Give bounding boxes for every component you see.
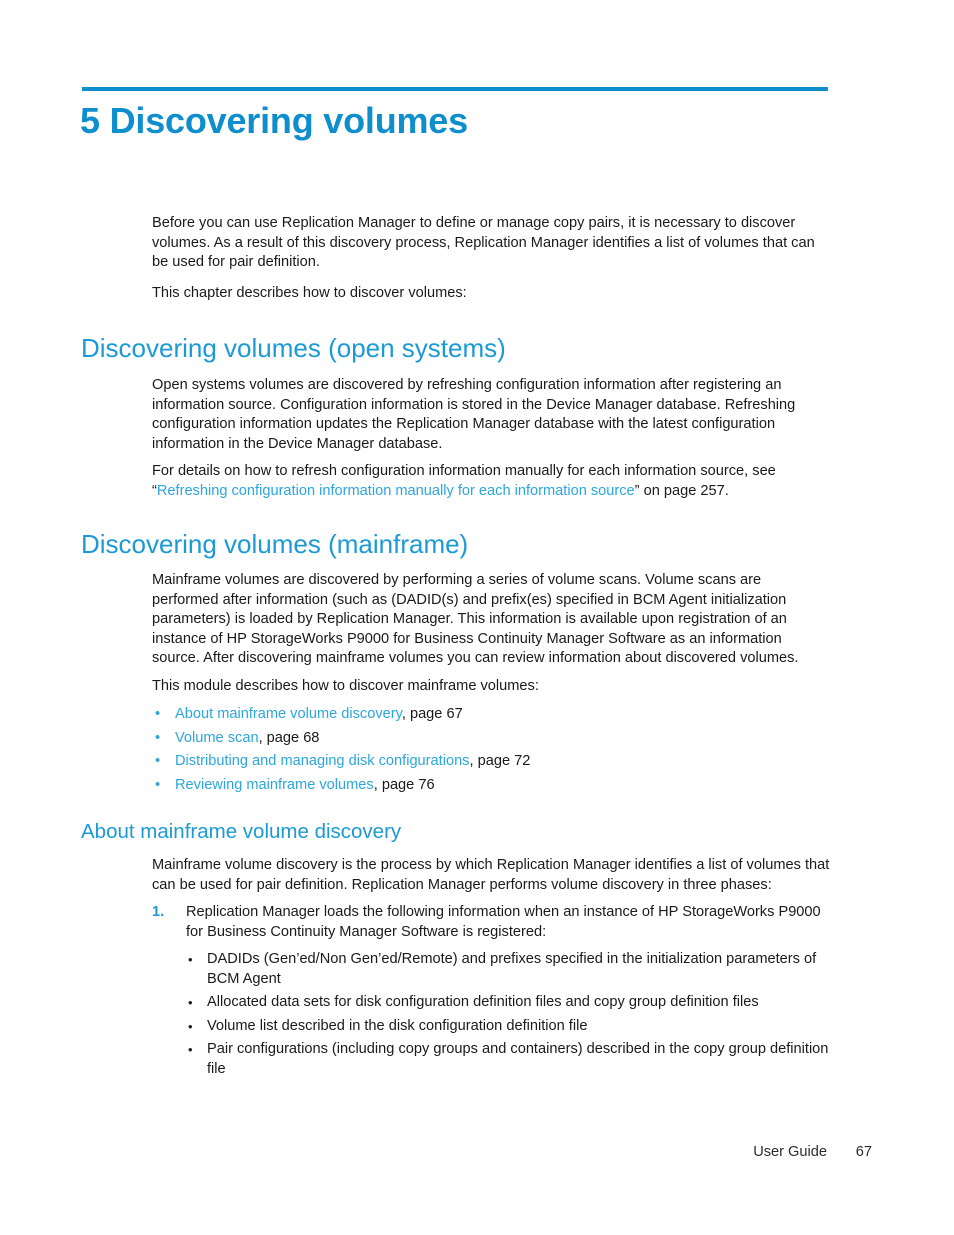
- bullet-icon: •: [188, 995, 193, 1010]
- list-item: 1. Replication Manager loads the followin…: [152, 903, 832, 942]
- list-number-marker: 1.: [152, 904, 165, 920]
- heading-discovering-volumes-open-systems: Discovering volumes (open systems): [81, 333, 506, 363]
- intro-paragraph-2: This chapter describes how to discover v…: [152, 285, 467, 301]
- open-systems-xref-suffix: ” on page 257.: [634, 482, 729, 499]
- list-item: • Allocated data sets for disk configurat…: [186, 993, 832, 1013]
- bullet-icon: •: [155, 729, 161, 746]
- list-item[interactable]: • About mainframe volume discovery, page …: [152, 703, 832, 727]
- sub-item-text: Volume list described in the disk config…: [207, 1017, 588, 1034]
- xref-page-ref: , page 68: [258, 729, 320, 746]
- intro-paragraph-1: Before you can use Replication Manager t…: [152, 215, 815, 270]
- list-item[interactable]: • Volume scan, page 68: [152, 727, 832, 751]
- list-item: • Pair configurations (including copy gro…: [186, 1040, 832, 1079]
- xref-page-ref: , page 72: [469, 753, 531, 770]
- bullet-icon: •: [155, 776, 161, 793]
- open-systems-paragraph-1: Open systems volumes are discovered by r…: [152, 377, 796, 452]
- sub-item-text: Pair configurations (including copy grou…: [207, 1041, 829, 1077]
- heading-about-mainframe-volume-discovery: About mainframe volume discovery: [81, 820, 402, 843]
- xref-link-refreshing-configuration-information[interactable]: Refreshing configuration information man…: [157, 483, 635, 499]
- footer-document-title: User Guide: [753, 1144, 827, 1160]
- about-discovery-paragraph-1: Mainframe volume discovery is the proces…: [152, 857, 830, 893]
- document-page: 5 Discovering volumes Before you can use…: [0, 0, 954, 1235]
- xref-page-ref: , page 67: [401, 706, 463, 722]
- bullet-icon: •: [188, 1042, 193, 1057]
- mainframe-paragraph-2: This module describes how to discover ma…: [152, 678, 539, 694]
- xref-link-reviewing-mainframe-volumes[interactable]: Reviewing mainframe volumes: [175, 777, 374, 793]
- bullet-icon: •: [188, 952, 193, 967]
- sub-item-text: DADIDs (Gen’ed/Non Gen’ed/Remote) and pr…: [207, 951, 817, 987]
- step-text: Replication Manager loads the following …: [186, 904, 821, 940]
- xref-page-ref: , page 76: [373, 776, 435, 793]
- list-item[interactable]: • Reviewing mainframe volumes, page 76: [152, 774, 832, 798]
- step1-sub-bullet-list: • DADIDs (Gen’ed/Non Gen’ed/Remote) and p…: [186, 950, 832, 1083]
- bullet-icon: •: [188, 1018, 193, 1034]
- xref-link-about-mainframe-volume-discovery[interactable]: About mainframe volume discovery: [175, 706, 402, 722]
- chapter-header-rule: [82, 87, 828, 91]
- page-footer: User Guide 67: [0, 1144, 954, 1166]
- sub-item-text: Allocated data sets for disk configurati…: [207, 994, 759, 1010]
- bullet-icon: •: [155, 706, 161, 722]
- list-item: • DADIDs (Gen’ed/Non Gen’ed/Remote) and p…: [186, 950, 832, 989]
- xref-link-distributing-and-managing-disk-configurations[interactable]: Distributing and managing disk configura…: [175, 753, 469, 769]
- heading-discovering-volumes-mainframe: Discovering volumes (mainframe): [81, 529, 469, 559]
- open-systems-paragraph-2: For details on how to refresh configurat…: [152, 462, 830, 501]
- xref-link-volume-scan[interactable]: Volume scan: [175, 730, 259, 746]
- mainframe-cross-reference-list: • About mainframe volume discovery, page …: [152, 703, 832, 797]
- footer-page-number: 67: [855, 1144, 872, 1160]
- discovery-phases-numbered-list: 1. Replication Manager loads the followin…: [152, 903, 832, 942]
- chapter-title: 5 Discovering volumes: [80, 100, 468, 141]
- list-item: • Volume list described in the disk confi…: [186, 1017, 832, 1037]
- list-item[interactable]: • Distributing and managing disk configur…: [152, 750, 832, 774]
- bullet-icon: •: [155, 753, 161, 770]
- mainframe-paragraph-1: Mainframe volumes are discovered by perf…: [152, 572, 799, 666]
